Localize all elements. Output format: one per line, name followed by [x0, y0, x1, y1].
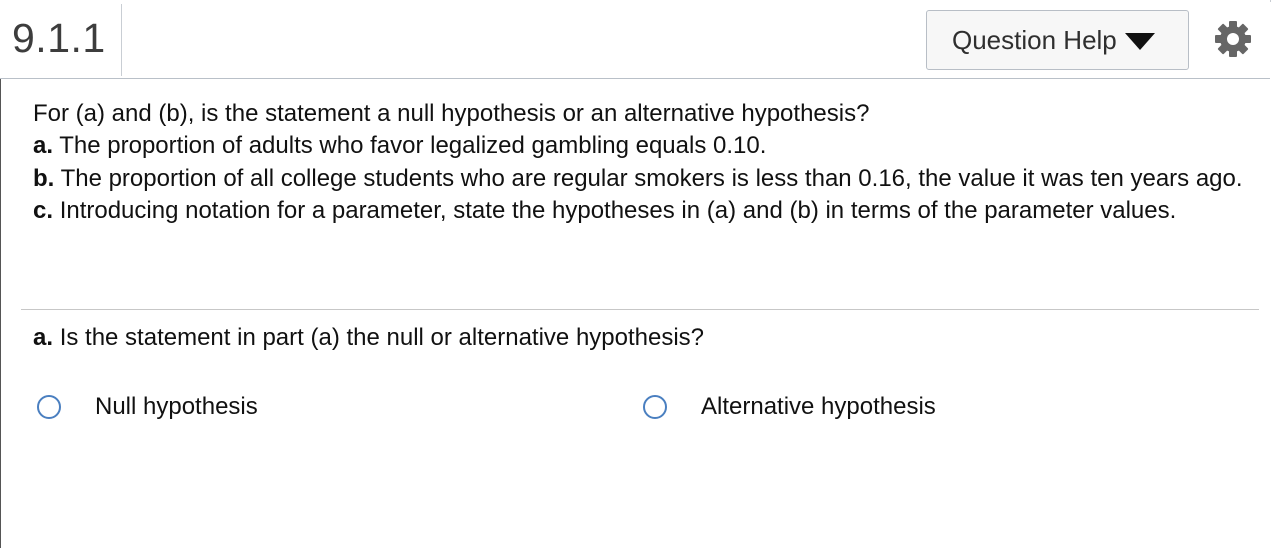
header-divider	[121, 4, 122, 76]
question-intro: For (a) and (b), is the statement a null…	[33, 100, 870, 127]
question-item-c-text: Introducing notation for a parameter, st…	[59, 196, 1177, 224]
option-alternative-hypothesis[interactable]: Alternative hypothesis	[643, 390, 936, 424]
null-hypothesis-radio[interactable]	[37, 395, 61, 419]
question-item-b-marker: b.	[33, 164, 55, 192]
question-item-c-marker: c.	[33, 196, 54, 224]
question-help-label: Question Help	[952, 24, 1117, 55]
question-item-b: b. The proportion of all college student…	[33, 163, 1243, 195]
part-a-prompt-text: Is the statement in part (a) the null or…	[59, 324, 705, 351]
caret-down-icon	[1124, 33, 1155, 50]
option-null-hypothesis[interactable]: Null hypothesis	[37, 390, 258, 424]
part-a-marker: a.	[33, 324, 54, 351]
question-item-a-text: The proportion of adults who favor legal…	[59, 132, 767, 160]
alternative-hypothesis-label[interactable]: Alternative hypothesis	[701, 391, 936, 423]
question-frame	[0, 0, 1271, 548]
alternative-hypothesis-radio[interactable]	[643, 395, 667, 419]
question-item-a: a. The proportion of adults who favor le…	[33, 130, 1243, 162]
question-number: 9.1.1	[12, 15, 106, 61]
gear-icon[interactable]	[1213, 19, 1253, 59]
question-header: 9.1.1 Question Help	[0, 0, 1270, 79]
question-item-c: c. Introducing notation for a parameter,…	[33, 195, 1243, 227]
null-hypothesis-label[interactable]: Null hypothesis	[95, 391, 258, 423]
section-divider	[21, 309, 1259, 310]
question-statement: For (a) and (b), is the statement a null…	[33, 98, 1243, 227]
question-item-b-text: The proportion of all college students w…	[60, 164, 1243, 192]
part-a-prompt: a. Is the statement in part (a) the null…	[33, 322, 704, 354]
question-help-button[interactable]: Question Help	[926, 10, 1189, 70]
question-item-a-marker: a.	[33, 132, 54, 160]
